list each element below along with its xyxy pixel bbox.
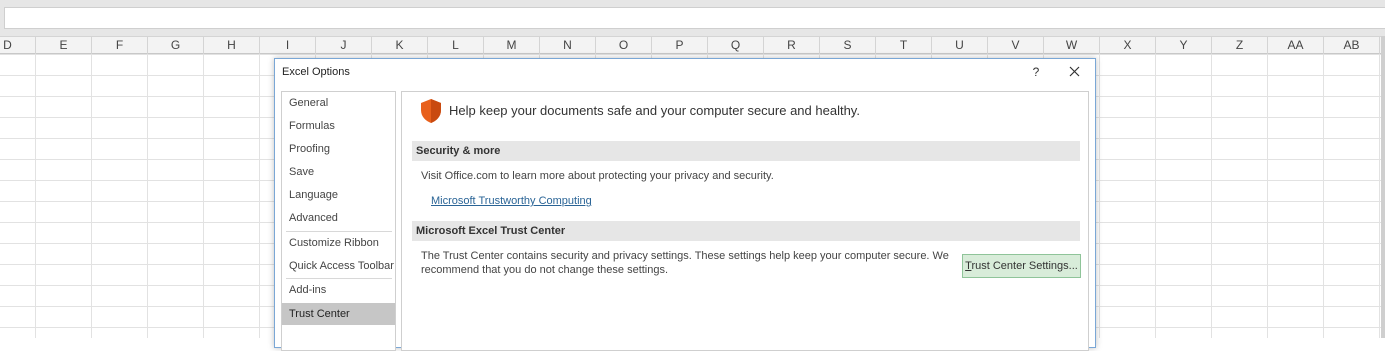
nav-item-advanced[interactable]: Advanced bbox=[282, 207, 395, 229]
column-header[interactable]: G bbox=[148, 37, 204, 55]
column-header[interactable]: E bbox=[36, 37, 92, 55]
column-header[interactable]: Q bbox=[708, 37, 764, 55]
grid-column-line bbox=[1211, 54, 1212, 338]
nav-item-customize-ribbon[interactable]: Customize Ribbon bbox=[282, 232, 395, 254]
nav-item-quick-access-toolbar[interactable]: Quick Access Toolbar bbox=[282, 255, 395, 277]
trust-center-section-heading: Microsoft Excel Trust Center bbox=[412, 221, 1080, 241]
grid-column-line bbox=[1323, 54, 1324, 338]
security-section-heading: Security & more bbox=[412, 141, 1080, 161]
column-header[interactable]: T bbox=[876, 37, 932, 55]
grid-column-line bbox=[259, 54, 260, 338]
grid-column-line bbox=[1267, 54, 1268, 338]
close-icon bbox=[1069, 66, 1079, 77]
column-header[interactable]: J bbox=[316, 37, 372, 55]
nav-item-add-ins[interactable]: Add-ins bbox=[282, 279, 395, 301]
nav-item-language[interactable]: Language bbox=[282, 184, 395, 206]
nav-item-proofing[interactable]: Proofing bbox=[282, 138, 395, 160]
trust-center-settings-button[interactable]: Trust Center Settings... bbox=[962, 254, 1081, 278]
grid-column-line bbox=[1155, 54, 1156, 338]
column-header[interactable]: I bbox=[260, 37, 316, 55]
column-header[interactable]: D bbox=[0, 37, 36, 55]
grid-column-line bbox=[35, 54, 36, 338]
column-header[interactable]: M bbox=[484, 37, 540, 55]
column-header[interactable]: U bbox=[932, 37, 988, 55]
nav-item-general[interactable]: General bbox=[282, 92, 395, 114]
dialog-title: Excel Options bbox=[282, 66, 350, 78]
column-header[interactable]: V bbox=[988, 37, 1044, 55]
trust-center-description-line2: recommend that you do not change these s… bbox=[421, 264, 669, 276]
options-nav: General Formulas Proofing Save Language … bbox=[281, 91, 396, 351]
column-header[interactable]: AB bbox=[1324, 37, 1380, 55]
grid-column-line bbox=[1379, 54, 1380, 338]
shield-icon bbox=[421, 99, 441, 123]
grid-column-line bbox=[91, 54, 92, 338]
nav-item-save[interactable]: Save bbox=[282, 161, 395, 183]
trustworthy-computing-link[interactable]: Microsoft Trustworthy Computing bbox=[431, 195, 592, 207]
column-header[interactable]: X bbox=[1100, 37, 1156, 55]
column-header[interactable]: Z bbox=[1212, 37, 1268, 55]
excel-options-dialog: Excel Options ? General Formulas Proofin… bbox=[274, 58, 1096, 351]
column-header[interactable]: AA bbox=[1268, 37, 1324, 55]
column-header[interactable]: L bbox=[428, 37, 484, 55]
column-header[interactable]: O bbox=[596, 37, 652, 55]
help-button[interactable]: ? bbox=[1026, 62, 1046, 82]
vertical-scrollbar[interactable] bbox=[1381, 36, 1385, 338]
column-header[interactable]: Y bbox=[1156, 37, 1212, 55]
button-label: rust Center Settings... bbox=[971, 260, 1078, 272]
nav-item-formulas[interactable]: Formulas bbox=[282, 115, 395, 137]
column-header[interactable]: W bbox=[1044, 37, 1100, 55]
column-header[interactable]: R bbox=[764, 37, 820, 55]
grid-column-line bbox=[1099, 54, 1100, 338]
trust-center-description-line1: The Trust Center contains security and p… bbox=[421, 250, 949, 262]
trust-center-panel: Help keep your documents safe and your c… bbox=[401, 91, 1089, 351]
column-headers: D E F G H I J K L M N O P Q R S T U V W X Y Z AA AB bbox=[0, 36, 1385, 55]
close-button[interactable] bbox=[1063, 62, 1085, 82]
column-header[interactable]: F bbox=[92, 37, 148, 55]
formula-bar[interactable] bbox=[4, 7, 1385, 29]
intro-text: Help keep your documents safe and your c… bbox=[449, 103, 860, 118]
column-header[interactable]: K bbox=[372, 37, 428, 55]
column-header[interactable]: P bbox=[652, 37, 708, 55]
nav-item-trust-center[interactable]: Trust Center bbox=[282, 303, 395, 325]
grid-column-line bbox=[147, 54, 148, 338]
security-description: Visit Office.com to learn more about pro… bbox=[421, 170, 774, 182]
grid-column-line bbox=[203, 54, 204, 338]
column-header[interactable]: N bbox=[540, 37, 596, 55]
column-header[interactable]: H bbox=[204, 37, 260, 55]
column-header[interactable]: S bbox=[820, 37, 876, 55]
